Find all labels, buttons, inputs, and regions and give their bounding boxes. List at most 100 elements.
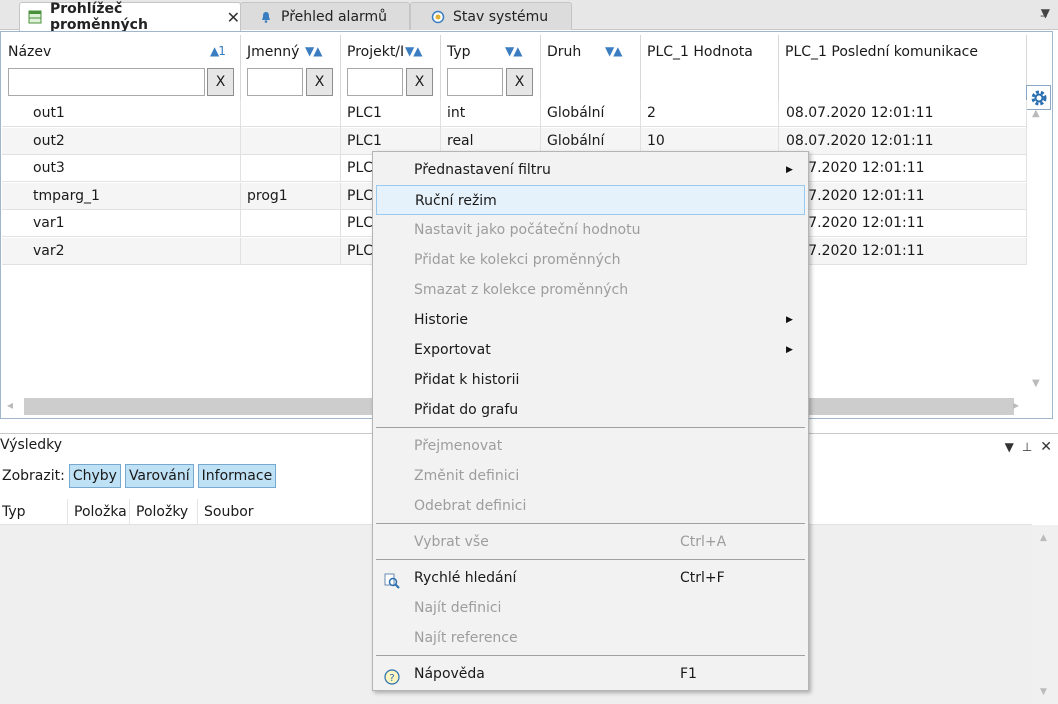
variable-table-icon bbox=[28, 10, 42, 24]
table-cell: 8.07.2020 12:01:11 bbox=[779, 237, 1027, 265]
menu-separator bbox=[376, 523, 805, 524]
menu-item-label: Přidat k historii bbox=[414, 372, 520, 388]
menu-item-rychle-hledani[interactable]: Rychlé hledání Ctrl+F bbox=[376, 563, 805, 593]
scroll-up-icon[interactable]: ▲ bbox=[1032, 108, 1040, 119]
menu-item-rucni-rezim[interactable]: Ruční režim bbox=[376, 185, 805, 215]
quick-search-icon bbox=[384, 570, 400, 589]
menu-item-exportovat[interactable]: Exportovat ▶ bbox=[376, 335, 805, 365]
errors-filter-toggle[interactable]: Chyby bbox=[68, 464, 121, 488]
project-filter-input[interactable] bbox=[347, 68, 403, 96]
panel-menu-dropdown-icon[interactable]: ▼ bbox=[1005, 436, 1014, 458]
table-cell: Globální bbox=[541, 100, 641, 127]
submenu-arrow-icon: ▶ bbox=[786, 165, 793, 175]
submenu-arrow-icon: ▶ bbox=[786, 315, 793, 325]
menu-item-prednastaveni-filtru[interactable]: Přednastavení filtru ▶ bbox=[376, 155, 805, 185]
close-icon[interactable]: ✕ bbox=[1040, 436, 1052, 458]
menu-item-label: Najít reference bbox=[414, 630, 518, 646]
scroll-left-icon[interactable]: ◂ bbox=[7, 398, 13, 412]
column-title: Projekt/I bbox=[347, 44, 405, 60]
clear-filter-button[interactable]: X bbox=[207, 68, 234, 96]
table-cell: prog1 bbox=[241, 182, 341, 210]
table-cell: var1 bbox=[2, 210, 241, 237]
menu-item-pridat-k-historii[interactable]: Přidat k historii bbox=[376, 365, 805, 395]
menu-item-label: Přednastavení filtru bbox=[414, 162, 551, 178]
tab-label: Stav systému bbox=[453, 8, 549, 25]
column-title: Typ bbox=[447, 44, 471, 60]
column-header-items[interactable]: Položky bbox=[130, 499, 198, 525]
close-icon[interactable]: ✕ bbox=[227, 8, 240, 27]
warnings-filter-toggle[interactable]: Varování bbox=[124, 464, 194, 488]
panel-controls: ▼ ⊥ ✕ bbox=[1005, 436, 1052, 458]
column-header-type[interactable]: Typ bbox=[0, 499, 68, 525]
document-tab-strip: Prohlížeč proměnných ✕ Přehled alarmů St… bbox=[0, 0, 1058, 33]
menu-item-pridat-do-grafu[interactable]: Přidat do grafu bbox=[376, 395, 805, 425]
menu-item-label: Změnit definici bbox=[414, 468, 520, 484]
type-filter-input[interactable] bbox=[447, 68, 503, 96]
table-cell: out2 bbox=[2, 127, 241, 155]
menu-item-najit-definici: Najít definici bbox=[376, 593, 805, 623]
tab-system-status[interactable]: Stav systému bbox=[410, 2, 572, 30]
table-cell bbox=[241, 155, 341, 182]
menu-item-label: Přidat do grafu bbox=[414, 402, 519, 418]
table-cell bbox=[241, 127, 341, 155]
clear-filter-button[interactable]: X bbox=[506, 68, 533, 96]
help-icon: ? bbox=[384, 666, 400, 685]
table-cell: 08.07.2020 12:01:11 bbox=[779, 127, 1027, 155]
menu-item-zmenit-definici: Změnit definici bbox=[376, 461, 805, 491]
clear-filter-button[interactable]: X bbox=[406, 68, 433, 96]
column-title: Druh bbox=[547, 44, 582, 60]
table-row[interactable]: out1 PLC1 int Globální 2 08.07.2020 12:01:11 bbox=[2, 100, 1027, 127]
panel-title-text: Výsledky bbox=[0, 437, 63, 453]
info-filter-toggle[interactable]: Informace bbox=[197, 464, 277, 488]
menu-item-napoveda[interactable]: ? Nápověda F1 bbox=[376, 659, 805, 689]
table-cell: PLC1 bbox=[341, 100, 441, 127]
menu-item-label: Přejmenovat bbox=[414, 438, 503, 454]
scroll-up-icon[interactable]: ▲ bbox=[1040, 533, 1047, 543]
pin-icon[interactable]: ⊥ bbox=[1022, 436, 1032, 458]
tab-list-dropdown-icon[interactable]: ▼ ‾ bbox=[1041, 6, 1050, 28]
sort-toggle-icon[interactable]: ▼▲ bbox=[605, 44, 622, 58]
menu-item-nastavit-jako-pocatecni-hodnotu: Nastavit jako počáteční hodnotu bbox=[376, 215, 805, 245]
namespace-filter-input[interactable] bbox=[247, 68, 303, 96]
sort-toggle-icon[interactable]: ▼▲ bbox=[305, 44, 322, 58]
table-cell: 8.07.2020 12:01:11 bbox=[779, 210, 1027, 237]
menu-item-label: Exportovat bbox=[414, 342, 491, 358]
tab-alarm-overview[interactable]: Přehled alarmů bbox=[240, 2, 410, 30]
sort-ascending-icon[interactable]: ▲1 bbox=[210, 44, 226, 58]
tab-label: Prohlížeč proměnných bbox=[50, 1, 148, 33]
tab-label: Přehled alarmů bbox=[281, 8, 388, 25]
menu-item-label: Rychlé hledání bbox=[414, 570, 517, 586]
menu-separator bbox=[376, 655, 805, 656]
menu-item-label: Vybrat vše bbox=[414, 534, 489, 550]
sort-toggle-icon[interactable]: ▼▲ bbox=[405, 44, 422, 58]
column-title: PLC_1 Poslední komunikace bbox=[785, 44, 978, 60]
gear-icon bbox=[1031, 90, 1046, 105]
bell-icon bbox=[259, 10, 273, 24]
table-cell bbox=[241, 210, 341, 237]
column-settings-button[interactable] bbox=[1026, 85, 1051, 110]
sort-toggle-icon[interactable]: ▼▲ bbox=[505, 44, 522, 58]
column-title: Jmenný bbox=[247, 44, 300, 60]
results-vertical-scrollbar[interactable]: ▲ ▼ bbox=[1032, 525, 1058, 704]
menu-item-najit-reference: Najít reference bbox=[376, 623, 805, 653]
scroll-down-icon[interactable]: ▼ bbox=[1032, 378, 1040, 389]
menu-item-historie[interactable]: Historie ▶ bbox=[376, 305, 805, 335]
table-cell bbox=[241, 100, 341, 127]
menu-item-label: Odebrat definici bbox=[414, 498, 527, 514]
menu-item-label: Přidat ke kolekci proměnných bbox=[414, 252, 621, 268]
menu-item-label: Nápověda bbox=[414, 666, 485, 682]
menu-item-label: Ruční režim bbox=[415, 193, 497, 209]
table-cell: out1 bbox=[2, 100, 241, 127]
menu-item-label: Historie bbox=[414, 312, 469, 328]
menu-item-vybrat-vse: Vybrat vše Ctrl+A bbox=[376, 527, 805, 557]
clear-filter-button[interactable]: X bbox=[306, 68, 333, 96]
table-cell: 8.07.2020 12:01:11 bbox=[779, 182, 1027, 210]
column-title: Název bbox=[8, 44, 52, 60]
name-filter-input[interactable] bbox=[8, 68, 205, 96]
column-header-item[interactable]: Položka bbox=[68, 499, 130, 525]
column-title: PLC_1 Hodnota bbox=[647, 44, 753, 60]
scroll-down-icon[interactable]: ▼ bbox=[1040, 687, 1047, 697]
tab-variable-viewer[interactable]: Prohlížeč proměnných ✕ bbox=[19, 1, 241, 33]
scroll-right-icon[interactable]: ▸ bbox=[1013, 398, 1019, 412]
table-cell: tmparg_1 bbox=[2, 182, 241, 210]
